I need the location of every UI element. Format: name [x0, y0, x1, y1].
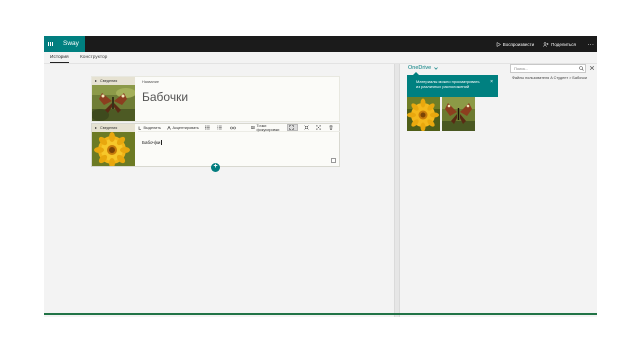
accent-icon	[167, 125, 171, 130]
tooltip-close-button[interactable]: ×	[490, 80, 493, 85]
card-thumbnail[interactable]: Сведения	[92, 124, 135, 166]
tab-storyline[interactable]: История	[50, 54, 69, 63]
thumb-label: Сведения	[100, 79, 118, 83]
app-name[interactable]: Sway	[57, 36, 85, 52]
fit-icon	[289, 125, 294, 130]
numbered-list-icon	[217, 125, 223, 130]
expand-button[interactable]	[303, 125, 311, 130]
add-card-button[interactable]: +	[211, 163, 220, 172]
thumb-header[interactable]: Сведения	[92, 124, 135, 132]
source-dropdown[interactable]: OneDrive	[408, 65, 438, 71]
highlight-icon	[138, 126, 141, 130]
share-label: Поделиться	[551, 41, 576, 47]
storyline-pane: Сведения Название Бабочки Сведения Выдел…	[44, 64, 394, 317]
tab-design[interactable]: Конструктор	[80, 54, 107, 63]
close-pane-icon[interactable]	[589, 65, 595, 71]
share-icon	[543, 41, 549, 47]
numbered-list-button[interactable]	[217, 125, 224, 130]
card-thumbnail[interactable]: Сведения	[92, 77, 135, 121]
focus-points-button[interactable]: Точки фокусировки	[251, 124, 281, 132]
more-options-button[interactable]: ...	[585, 41, 597, 47]
highlight-button[interactable]: Выделить	[138, 126, 161, 130]
tooltip-text: Материалы можно просматривать из различн…	[416, 79, 480, 89]
accent-label: Акцентировать	[172, 125, 199, 130]
app-launcher-button[interactable]	[44, 36, 57, 52]
butterfly-image	[92, 85, 135, 121]
focus-points-icon	[251, 126, 256, 129]
trash-icon	[329, 125, 332, 130]
breadcrumb[interactable]: Файлы пользователя A Студент > Бабочки	[512, 76, 587, 80]
view-tabs: История Конструктор	[44, 52, 597, 64]
fullscreen-icon	[316, 125, 321, 130]
sway-window: Sway Воспроизвести Поделиться ... Истори…	[44, 36, 597, 317]
link-icon	[229, 126, 236, 129]
butterfly-thumbnail[interactable]	[442, 97, 475, 131]
card-title-input[interactable]: Бабочки	[142, 90, 188, 104]
fit-button[interactable]	[287, 124, 298, 131]
play-button[interactable]: Воспроизвести	[496, 42, 534, 47]
source-label: OneDrive	[408, 65, 432, 71]
share-button[interactable]: Поделиться	[543, 42, 576, 47]
expand-icon	[303, 125, 309, 130]
waffle-icon	[48, 41, 53, 47]
expand-icon	[95, 127, 97, 129]
flower-image	[92, 132, 135, 166]
search-icon[interactable]	[579, 66, 584, 71]
text-content[interactable]: Бабоч|ки	[142, 140, 162, 145]
card-options-checkbox[interactable]	[331, 158, 336, 163]
top-actions: Воспроизвести Поделиться ...	[496, 36, 597, 52]
text-toolbar: Выделить Акцентировать Точки фокусировки	[138, 124, 340, 132]
bullet-list-icon	[205, 125, 210, 130]
expand-icon	[95, 80, 97, 82]
info-tooltip: Материалы можно просматривать из различн…	[407, 72, 498, 97]
accent-button[interactable]: Акцентировать	[167, 125, 199, 130]
title-field-label: Название	[142, 80, 159, 84]
bottom-border	[44, 313, 597, 315]
search-input[interactable]: Поиск...	[510, 64, 586, 73]
bullet-list-button[interactable]	[205, 125, 212, 130]
thumb-label: Сведения	[100, 126, 118, 130]
play-label: Воспроизвести	[502, 41, 535, 47]
link-button[interactable]	[229, 126, 238, 130]
chevron-down-icon	[434, 66, 438, 70]
card-text: Бабоч|ки	[142, 140, 161, 145]
content-pane: OneDrive Поиск... Файлы пользователя A С…	[400, 64, 597, 317]
highlight-label: Выделить	[143, 125, 162, 130]
play-icon	[496, 41, 501, 47]
flower-thumbnail[interactable]	[407, 97, 440, 131]
text-card[interactable]: Сведения Выделить Акцентировать Точки фо…	[91, 123, 340, 167]
delete-button[interactable]	[329, 125, 335, 130]
title-card[interactable]: Сведения Название Бабочки	[91, 76, 340, 122]
thumb-header[interactable]: Сведения	[92, 77, 135, 85]
text-caret	[160, 140, 162, 145]
focus-points-label: Точки фокусировки	[256, 123, 280, 132]
top-bar: Sway Воспроизвести Поделиться ...	[44, 36, 597, 52]
fullscreen-button[interactable]	[316, 125, 323, 130]
